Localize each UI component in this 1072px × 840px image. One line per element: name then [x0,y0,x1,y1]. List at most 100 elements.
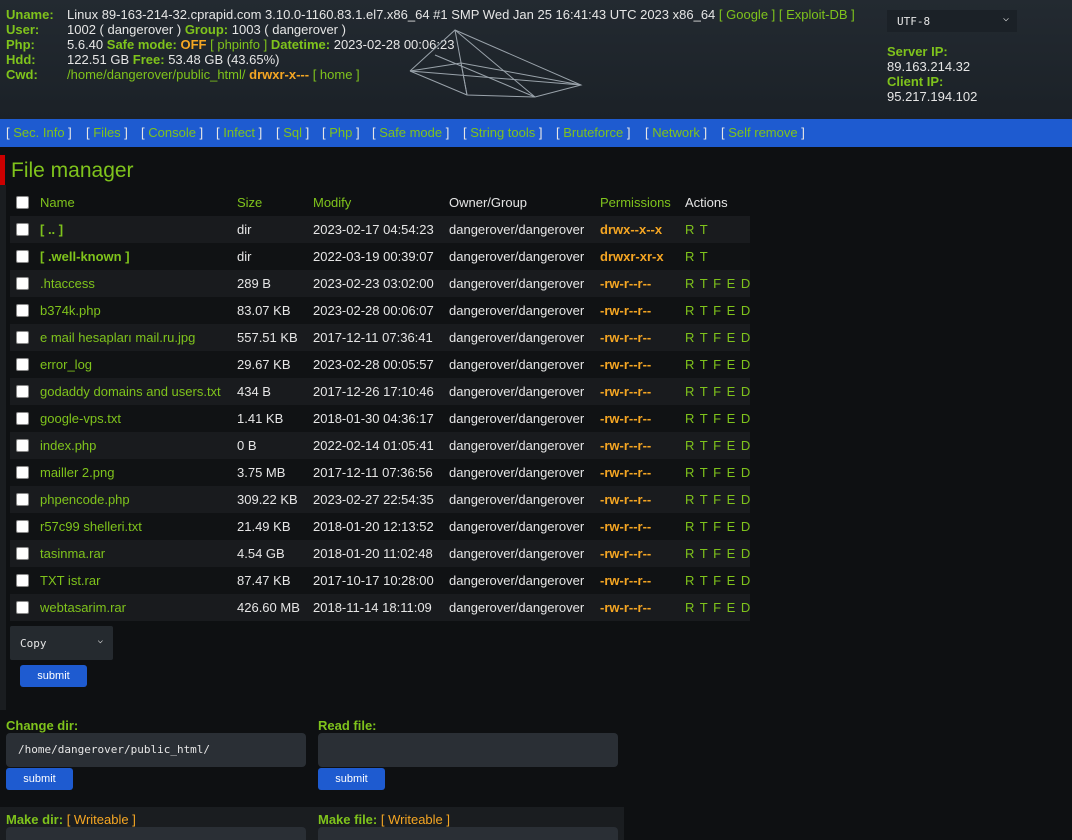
file-modified: 2017-12-11 07:36:41 [313,330,433,345]
file-name[interactable]: e mail hesapları mail.ru.jpg [40,330,195,345]
row-checkbox[interactable] [16,358,29,371]
row-checkbox[interactable] [16,412,29,425]
file-actions[interactable]: R T F E D [685,573,751,588]
menu-item-php[interactable]: [ Php ] [322,125,360,140]
file-size: dir [237,249,252,264]
row-checkbox[interactable] [16,385,29,398]
file-permissions[interactable]: -rw-r--r-- [600,438,651,453]
file-actions[interactable]: R T F E D [685,276,751,291]
menu-item-sec-info[interactable]: [ Sec. Info ] [6,125,72,140]
column-size[interactable]: Size [237,195,262,210]
file-name[interactable]: webtasarim.rar [40,600,126,615]
user-value: 1002 ( dangerover ) [67,22,182,37]
file-permissions[interactable]: -rw-r--r-- [600,276,651,291]
file-actions[interactable]: R T F E D [685,492,751,507]
menu-item-string-tools[interactable]: [ String tools ] [463,125,543,140]
file-permissions[interactable]: -rw-r--r-- [600,546,651,561]
file-actions[interactable]: R T F E D [685,303,751,318]
file-permissions[interactable]: -rw-r--r-- [600,384,651,399]
select-all-checkbox[interactable] [16,196,29,209]
row-checkbox[interactable] [16,493,29,506]
menu-item-safe-mode[interactable]: [ Safe mode ] [372,125,449,140]
bulk-submit-button[interactable]: submit [20,665,87,687]
row-checkbox[interactable] [16,277,29,290]
row-checkbox[interactable] [16,223,29,236]
file-actions[interactable]: R T F E D [685,438,751,453]
change-dir-input[interactable]: /home/dangerover/public_html/ [6,733,306,767]
row-checkbox[interactable] [16,547,29,560]
read-file-label: Read file: [318,718,377,733]
column-name[interactable]: Name [40,195,75,210]
row-checkbox[interactable] [16,331,29,344]
phpinfo-link[interactable]: [ phpinfo ] [210,37,267,52]
file-permissions[interactable]: -rw-r--r-- [600,303,651,318]
file-permissions[interactable]: -rw-r--r-- [600,600,651,615]
column-modify[interactable]: Modify [313,195,351,210]
file-actions[interactable]: R T F E D [685,357,751,372]
column-permissions[interactable]: Permissions [600,195,671,210]
file-permissions[interactable]: -rw-r--r-- [600,492,651,507]
file-name[interactable]: TXT ist.rar [40,573,100,588]
file-actions[interactable]: R T F E D [685,600,751,615]
row-checkbox[interactable] [16,601,29,614]
file-actions[interactable]: R T [685,249,709,264]
file-name[interactable]: godaddy domains and users.txt [40,384,221,399]
file-permissions[interactable]: drwx--x--x [600,222,662,237]
cwd-path[interactable]: /home/dangerover/public_html/ [67,67,246,82]
row-checkbox[interactable] [16,304,29,317]
file-modified: 2017-12-26 17:10:46 [313,384,434,399]
file-name[interactable]: .htaccess [40,276,95,291]
file-actions[interactable]: R T F E D [685,384,751,399]
menu-item-console[interactable]: [ Console ] [141,125,203,140]
file-permissions[interactable]: -rw-r--r-- [600,330,651,345]
file-name[interactable]: index.php [40,438,96,453]
file-name[interactable]: phpencode.php [40,492,130,507]
make-file-label: Make file: [ Writeable ] [318,812,450,827]
make-dir-input[interactable] [6,827,306,840]
file-permissions[interactable]: -rw-r--r-- [600,573,651,588]
file-manager-title: File manager [11,159,134,182]
file-name[interactable]: error_log [40,357,92,372]
file-owner: dangerover/dangerover [449,519,585,534]
menu-item-sql[interactable]: [ Sql ] [276,125,309,140]
file-name[interactable]: r57c99 shelleri.txt [40,519,142,534]
file-actions[interactable]: R T F E D [685,465,751,480]
make-file-input[interactable] [318,827,618,840]
row-checkbox[interactable] [16,250,29,263]
file-actions[interactable]: R T F E D [685,411,751,426]
file-permissions[interactable]: -rw-r--r-- [600,465,651,480]
file-name[interactable]: [ .well-known ] [40,249,130,264]
menu-item-bruteforce[interactable]: [ Bruteforce ] [556,125,630,140]
file-name[interactable]: google-vps.txt [40,411,121,426]
file-name[interactable]: b374k.php [40,303,101,318]
file-permissions[interactable]: -rw-r--r-- [600,519,651,534]
file-actions[interactable]: R T F E D [685,546,751,561]
file-name[interactable]: tasinma.rar [40,546,105,561]
file-actions[interactable]: R T F E D [685,330,751,345]
change-dir-submit-button[interactable]: submit [6,768,73,790]
row-checkbox[interactable] [16,520,29,533]
read-file-submit-button[interactable]: submit [318,768,385,790]
read-file-input[interactable] [318,733,618,767]
menu-item-self-remove[interactable]: [ Self remove ] [721,125,805,140]
home-link[interactable]: [ home ] [313,67,360,82]
file-actions[interactable]: R T F E D [685,519,751,534]
bulk-action-select[interactable]: Copy ⌵ [10,626,113,660]
file-permissions[interactable]: drwxr-xr-x [600,249,664,264]
file-permissions[interactable]: -rw-r--r-- [600,411,651,426]
cwd-perms: drwxr-x--- [249,67,310,82]
file-name[interactable]: [ .. ] [40,222,63,237]
menu-item-network[interactable]: [ Network ] [645,125,707,140]
google-link[interactable]: [ Google ] [719,7,775,22]
row-checkbox[interactable] [16,574,29,587]
exploitdb-link[interactable]: [ Exploit-DB ] [779,7,855,22]
file-permissions[interactable]: -rw-r--r-- [600,357,651,372]
encoding-select[interactable]: UTF-8 ⌵ [887,10,1017,32]
row-checkbox[interactable] [16,439,29,452]
menu-item-infect[interactable]: [ Infect ] [216,125,262,140]
file-name[interactable]: mailler 2.png [40,465,114,480]
free-label: Free: [132,52,165,67]
row-checkbox[interactable] [16,466,29,479]
menu-item-files[interactable]: [ Files ] [86,125,128,140]
file-actions[interactable]: R T [685,222,709,237]
